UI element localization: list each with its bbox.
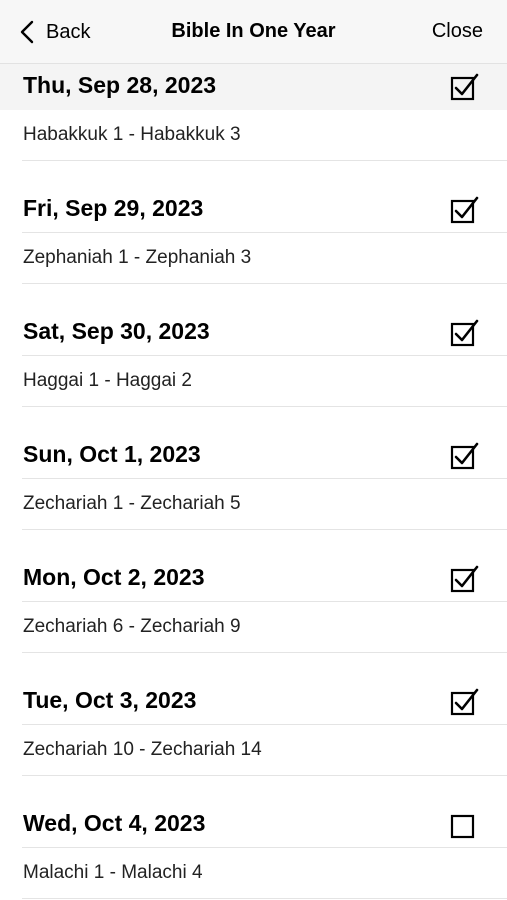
checkbox-checked-icon — [450, 688, 479, 716]
reading-row[interactable]: Haggai 1 - Haggai 2 — [0, 356, 507, 407]
checkbox-checked-icon — [450, 73, 479, 101]
date-label: Mon, Oct 2, 2023 — [23, 564, 205, 590]
checked-checkbox[interactable] — [450, 196, 480, 226]
checkbox-checked-icon — [450, 442, 479, 470]
date-label: Wed, Oct 4, 2023 — [23, 810, 206, 836]
close-button[interactable]: Close — [432, 20, 483, 43]
checkbox-checked-icon — [450, 319, 479, 347]
navigation-bar: Back Bible In One Year Close — [0, 0, 507, 64]
reading-plan-list: Thu, Sep 28, 2023 Habakkuk 1 - Habakkuk 3… — [0, 64, 507, 899]
checkbox-checked-icon — [450, 196, 479, 224]
date-label: Sun, Oct 1, 2023 — [23, 441, 201, 467]
checked-checkbox[interactable] — [450, 565, 480, 595]
checked-checkbox[interactable] — [450, 442, 480, 472]
reading-label: Zephaniah 1 - Zephaniah 3 — [23, 247, 252, 268]
date-label: Fri, Sep 29, 2023 — [23, 195, 204, 221]
day-header: Thu, Sep 28, 2023 — [0, 64, 507, 110]
day-header: Sun, Oct 1, 2023 — [0, 433, 507, 479]
date-label: Thu, Sep 28, 2023 — [23, 72, 217, 98]
reading-label: Haggai 1 - Haggai 2 — [23, 370, 192, 391]
day-group: Mon, Oct 2, 2023 Zechariah 6 - Zechariah … — [0, 530, 507, 653]
day-header: Fri, Sep 29, 2023 — [0, 187, 507, 233]
day-header: Mon, Oct 2, 2023 — [0, 556, 507, 602]
reading-label: Malachi 1 - Malachi 4 — [23, 862, 203, 883]
date-label: Sat, Sep 30, 2023 — [23, 318, 210, 344]
day-group: Sun, Oct 1, 2023 Zechariah 1 - Zechariah … — [0, 407, 507, 530]
reading-row[interactable]: Habakkuk 1 - Habakkuk 3 — [0, 110, 507, 161]
day-group: Fri, Sep 29, 2023 Zephaniah 1 - Zephaniah… — [0, 161, 507, 284]
checked-checkbox[interactable] — [450, 73, 480, 103]
reading-label: Zechariah 6 - Zechariah 9 — [23, 616, 241, 637]
reading-row[interactable]: Zechariah 6 - Zechariah 9 — [0, 602, 507, 653]
checkbox-empty-icon — [450, 814, 475, 839]
day-group: Sat, Sep 30, 2023 Haggai 1 - Haggai 2 — [0, 284, 507, 407]
checked-checkbox[interactable] — [450, 319, 480, 349]
day-group: Tue, Oct 3, 2023 Zechariah 10 - Zechariah… — [0, 653, 507, 776]
reading-label: Habakkuk 1 - Habakkuk 3 — [23, 124, 241, 145]
checkbox-checked-icon — [450, 565, 479, 593]
day-header: Sat, Sep 30, 2023 — [0, 310, 507, 356]
date-label: Tue, Oct 3, 2023 — [23, 687, 197, 713]
reading-row[interactable]: Zephaniah 1 - Zephaniah 3 — [0, 233, 507, 284]
reading-row[interactable]: Zechariah 1 - Zechariah 5 — [0, 479, 507, 530]
reading-label: Zechariah 1 - Zechariah 5 — [23, 493, 241, 514]
row-divider — [22, 898, 507, 899]
reading-row[interactable]: Zechariah 10 - Zechariah 14 — [0, 725, 507, 776]
day-header: Wed, Oct 4, 2023 — [0, 802, 507, 848]
day-header: Tue, Oct 3, 2023 — [0, 679, 507, 725]
unchecked-checkbox[interactable] — [450, 811, 480, 841]
checked-checkbox[interactable] — [450, 688, 480, 718]
day-group: Thu, Sep 28, 2023 Habakkuk 1 - Habakkuk 3 — [0, 64, 507, 161]
reading-label: Zechariah 10 - Zechariah 14 — [23, 739, 262, 760]
reading-row[interactable]: Malachi 1 - Malachi 4 — [0, 848, 507, 899]
day-group: Wed, Oct 4, 2023 Malachi 1 - Malachi 4 — [0, 776, 507, 899]
